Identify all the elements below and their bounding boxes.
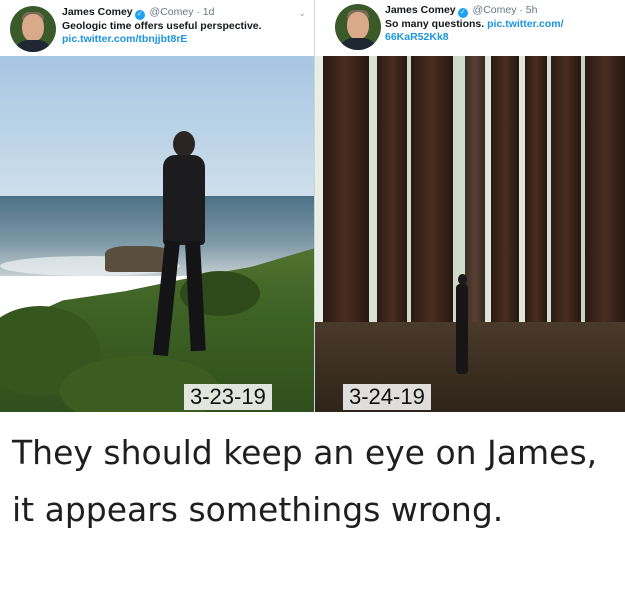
tweet-link[interactable]: pic.twitter.com/tbnjjbt8rE [62,33,187,45]
date-caption-left: 3-23-19 [184,384,272,410]
chevron-down-icon[interactable]: ⌄ [298,8,306,19]
tweet-header: James Comey ✓ @Comey · 5h So many questio… [315,0,625,56]
tweet-body: Geologic time offers useful perspective. [62,20,262,32]
avatar[interactable] [335,4,381,50]
tweet-handle[interactable]: @Comey · 1d [150,6,215,18]
standing-man [455,274,469,374]
tweet-photo-redwoods[interactable] [315,52,625,412]
tweet-panel-right: James Comey ✓ @Comey · 5h So many questio… [314,0,625,412]
tweet-panel-left: James Comey ✓ @Comey · 1d Geologic time o… [0,0,314,412]
tweet-author-name[interactable]: James Comey [385,4,456,16]
tweet-handle[interactable]: @Comey · 5h [473,4,538,16]
verified-badge-icon: ✓ [457,8,468,18]
tweet-text-block: James Comey ✓ @Comey · 5h So many questio… [385,4,608,44]
tweet-header: James Comey ✓ @Comey · 1d Geologic time o… [0,0,314,56]
tweet-text-block: James Comey ✓ @Comey · 1d Geologic time o… [62,6,296,46]
date-caption-right: 3-24-19 [343,384,431,410]
standing-man [153,131,215,361]
tweet-photo-coast[interactable] [0,56,314,412]
verified-badge-icon: ✓ [134,10,145,20]
meme-frame: James Comey ✓ @Comey · 1d Geologic time o… [0,0,625,606]
avatar[interactable] [10,6,56,52]
tweet-author-name[interactable]: James Comey [62,6,133,18]
tweet-body: So many questions. [385,18,485,30]
meme-caption: They should keep an eye on James, it app… [12,433,598,529]
